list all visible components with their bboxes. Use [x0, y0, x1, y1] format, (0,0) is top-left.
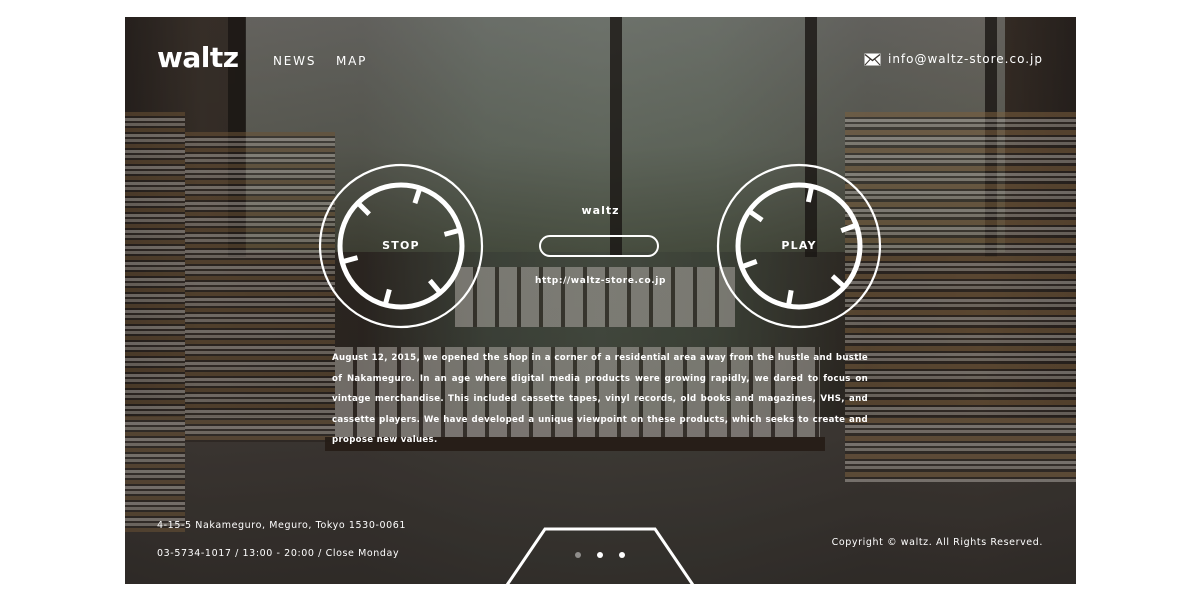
slider-dot-3[interactable] [619, 552, 625, 558]
copyright: Copyright © waltz. All Rights Reserved. [831, 537, 1043, 548]
stop-label: STOP [382, 239, 420, 252]
stop-button[interactable]: STOP [318, 163, 484, 329]
logo[interactable]: waltz [157, 41, 239, 74]
slider-dot-2[interactable] [597, 552, 603, 558]
progress-bar[interactable] [539, 235, 659, 257]
play-label: PLAY [781, 239, 817, 252]
slider-dot-1[interactable] [575, 552, 581, 558]
hero-frame: waltz NEWS MAP info@waltz-store.co.jp ST… [125, 17, 1076, 584]
nav-news[interactable]: NEWS [273, 54, 316, 68]
player-brand: waltz [581, 204, 620, 217]
overlay-tint [125, 17, 1076, 584]
email-text: info@waltz-store.co.jp [887, 52, 1043, 66]
mail-icon [864, 53, 881, 66]
play-button[interactable]: PLAY [716, 163, 882, 329]
email-link[interactable]: info@waltz-store.co.jp [864, 52, 1043, 66]
site-url[interactable]: http://waltz-store.co.jp [125, 276, 1076, 286]
address: 4-15-5 Nakameguro, Meguro, Tokyo 1530-00… [157, 520, 407, 531]
hours: 03-5734-1017 / 13:00 - 20:00 / Close Mon… [157, 548, 400, 559]
nav-map[interactable]: MAP [336, 54, 367, 68]
about-text: August 12, 2015, we opened the shop in a… [332, 353, 868, 445]
